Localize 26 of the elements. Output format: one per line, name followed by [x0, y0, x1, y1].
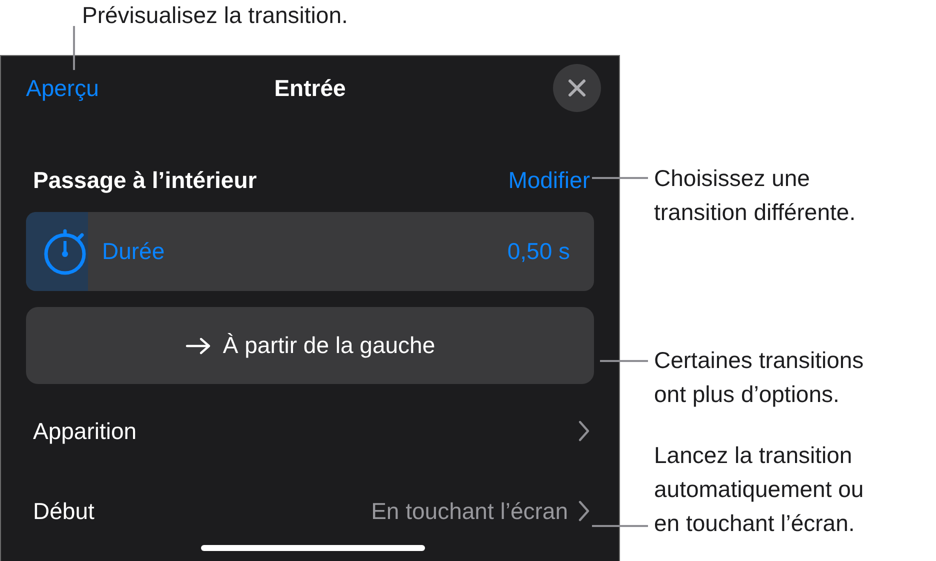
row-label: Apparition	[33, 418, 138, 444]
leader-line	[600, 360, 648, 362]
callout-text: Prévisualisez la transition.	[82, 1, 348, 30]
callout-text: Choisissez une transition différente.	[654, 164, 856, 227]
panel-title: Entrée	[274, 74, 346, 102]
preview-link[interactable]: Aperçu	[26, 74, 99, 102]
leader-line	[73, 26, 75, 70]
row-value: En touchant l’écran	[371, 498, 568, 524]
chevron-icon	[578, 500, 590, 522]
close-button[interactable]	[553, 64, 601, 112]
duration-label: Durée	[102, 238, 166, 265]
close-icon	[567, 78, 587, 98]
settings-row[interactable]: Début En touchant l’écran	[26, 471, 594, 551]
settings-row[interactable]: Apparition	[26, 391, 594, 471]
leader-line	[592, 177, 648, 179]
effect-name: Passage à l’intérieur	[33, 166, 257, 194]
row-label: Début	[33, 498, 96, 524]
direction-button[interactable]: À partir de la gauche	[26, 307, 594, 384]
stopwatch-icon	[42, 228, 88, 274]
callout-text: Certaines transitions ont plus d’options.	[654, 346, 864, 409]
right-arrow-icon	[184, 336, 211, 354]
duration-reading: 0,50 s	[507, 238, 570, 265]
leader-line	[592, 525, 648, 527]
callout-text: Lancez la transition automatiquement ou en touchant l’écran.	[654, 441, 864, 538]
modify-link[interactable]: Modifier	[508, 166, 590, 194]
chevron-icon	[578, 420, 590, 442]
